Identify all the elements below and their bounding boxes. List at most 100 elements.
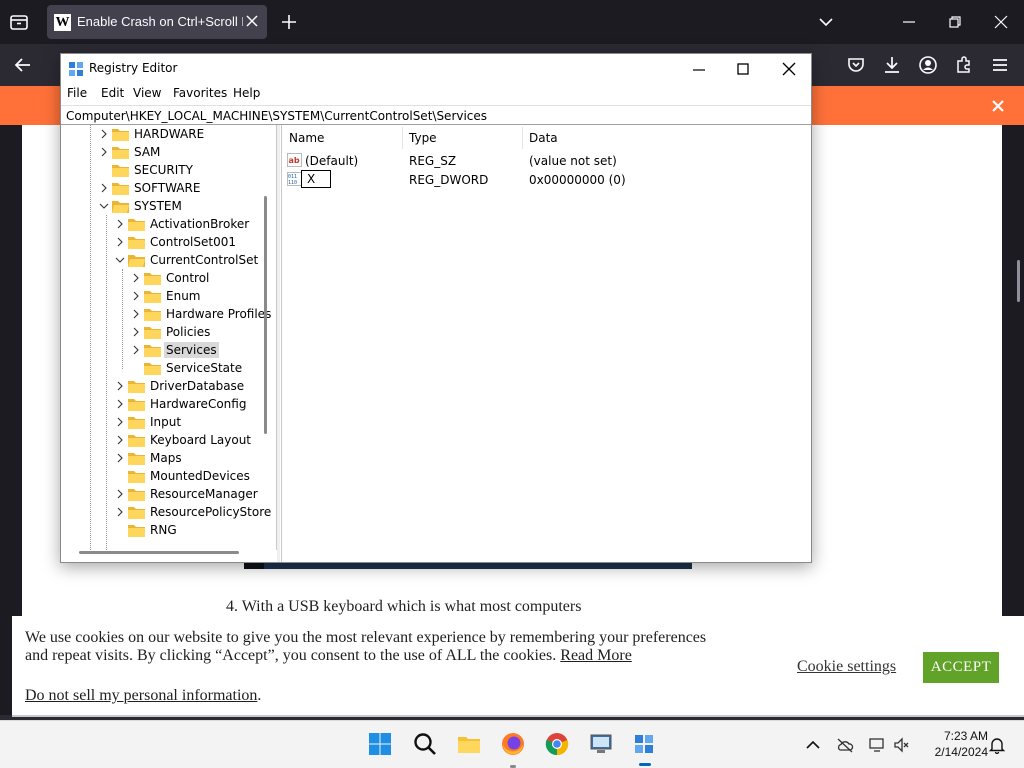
read-more-link[interactable]: Read More bbox=[560, 647, 632, 664]
chevron-right-icon[interactable] bbox=[115, 489, 125, 499]
notification-bell-icon[interactable] bbox=[988, 736, 1006, 754]
taskbar-clock[interactable]: 7:23 AM 2/14/2024 bbox=[920, 728, 988, 760]
chevron-right-icon[interactable] bbox=[115, 435, 125, 445]
new-tab-icon[interactable] bbox=[281, 14, 297, 30]
tree-node-label: ControlSet001 bbox=[150, 235, 236, 249]
accept-cookies-button[interactable]: ACCEPT bbox=[923, 652, 999, 683]
chevron-right-icon[interactable] bbox=[115, 399, 125, 409]
regedit-close-icon[interactable] bbox=[781, 61, 797, 77]
value-type: REG_DWORD bbox=[409, 173, 489, 187]
chevron-right-icon[interactable] bbox=[115, 381, 125, 391]
chevron-down-icon[interactable] bbox=[99, 201, 109, 211]
chevron-right-icon[interactable] bbox=[131, 291, 141, 301]
value-type: REG_SZ bbox=[409, 154, 457, 168]
regedit-maximize-icon[interactable] bbox=[735, 61, 751, 77]
firefox-taskbar-button[interactable] bbox=[500, 731, 526, 768]
regedit-taskbar-button[interactable] bbox=[632, 731, 658, 766]
tab-close-icon[interactable] bbox=[245, 14, 259, 28]
firefox-icon bbox=[502, 733, 524, 755]
tree-horizontal-scrollbar[interactable] bbox=[79, 551, 239, 554]
onedrive-cloud-icon[interactable] bbox=[836, 736, 854, 754]
tree-node-label: Services bbox=[164, 342, 219, 358]
chevron-right-icon[interactable] bbox=[115, 507, 125, 517]
folder-icon bbox=[112, 165, 129, 177]
folder-icon bbox=[128, 435, 145, 447]
folder-icon bbox=[112, 129, 129, 141]
browser-tab[interactable]: W Enable Crash on Ctrl+Scroll Lock bbox=[47, 5, 267, 39]
file-explorer-icon[interactable] bbox=[456, 731, 482, 757]
tree-node-label: SYSTEM bbox=[134, 199, 182, 213]
close-window-icon[interactable] bbox=[993, 14, 1009, 30]
page-scrollbar[interactable] bbox=[1017, 260, 1020, 302]
chevron-right-icon[interactable] bbox=[115, 219, 125, 229]
folder-icon bbox=[144, 309, 161, 321]
chevron-right-icon[interactable] bbox=[131, 309, 141, 319]
clock-date: 2/14/2024 bbox=[934, 745, 988, 759]
folder-icon bbox=[128, 471, 145, 483]
chevron-right-icon[interactable] bbox=[115, 237, 125, 247]
chevron-right-icon[interactable] bbox=[131, 345, 141, 355]
tree-node-label: SAM bbox=[134, 145, 161, 159]
value-data: 0x00000000 (0) bbox=[529, 173, 626, 187]
show-hidden-icons-chevron-icon[interactable] bbox=[804, 736, 822, 754]
minimize-icon[interactable] bbox=[901, 14, 917, 30]
folder-open-icon bbox=[128, 255, 145, 267]
menu-file[interactable]: File bbox=[67, 86, 87, 100]
chevron-down-icon[interactable] bbox=[115, 255, 125, 265]
extensions-icon[interactable] bbox=[954, 55, 974, 75]
chevron-right-icon[interactable] bbox=[99, 147, 109, 157]
firefox-view-icon[interactable] bbox=[8, 11, 30, 33]
do-not-sell-period: . bbox=[257, 687, 262, 704]
do-not-sell-line: Do not sell my personal information. bbox=[25, 687, 261, 705]
windows-start-icon[interactable] bbox=[367, 731, 393, 757]
tree-node-label: HardwareConfig bbox=[150, 397, 247, 411]
chevron-right-icon[interactable] bbox=[131, 273, 141, 283]
chevron-right-icon[interactable] bbox=[99, 129, 109, 139]
regedit-address-bar[interactable]: Computer\HKEY_LOCAL_MACHINE\SYSTEM\Curre… bbox=[61, 105, 811, 125]
pane-splitter[interactable] bbox=[277, 125, 280, 562]
registry-values-pane: Name Type Data ab (Default) REG_SZ (valu… bbox=[281, 125, 809, 562]
do-not-sell-link[interactable]: Do not sell my personal information bbox=[25, 687, 257, 704]
chevron-right-icon[interactable] bbox=[115, 453, 125, 463]
column-header-data[interactable]: Data bbox=[529, 131, 558, 145]
remote-desktop-icon[interactable] bbox=[588, 731, 614, 757]
regedit-minimize-icon[interactable] bbox=[691, 61, 707, 77]
tree-node-label: ResourcePolicyStore bbox=[150, 505, 272, 519]
menu-help[interactable]: Help bbox=[233, 86, 260, 100]
chevron-right-icon[interactable] bbox=[131, 327, 141, 337]
column-header-name[interactable]: Name bbox=[289, 131, 324, 145]
folder-icon bbox=[128, 399, 145, 411]
account-icon[interactable] bbox=[918, 55, 938, 75]
menu-view[interactable]: View bbox=[133, 86, 161, 100]
downloads-icon[interactable] bbox=[882, 55, 902, 75]
tree-vertical-scrollbar[interactable] bbox=[264, 196, 267, 434]
chevron-right-icon[interactable] bbox=[115, 417, 125, 427]
cookie-settings-link[interactable]: Cookie settings bbox=[797, 658, 896, 676]
hamburger-menu-icon[interactable] bbox=[990, 55, 1010, 75]
value-row-default[interactable]: ab (Default) REG_SZ (value not set) bbox=[282, 151, 810, 170]
tree-node-label: HARDWARE bbox=[134, 127, 205, 141]
chrome-icon[interactable] bbox=[544, 731, 570, 757]
back-arrow-icon[interactable] bbox=[13, 55, 33, 75]
rename-value-input[interactable]: X bbox=[301, 170, 331, 188]
menu-edit[interactable]: Edit bbox=[101, 86, 124, 100]
pocket-icon[interactable] bbox=[846, 55, 866, 75]
list-all-tabs-chevron-icon[interactable] bbox=[818, 14, 834, 30]
network-icon[interactable] bbox=[868, 736, 886, 754]
article-step-text: 4. With a USB keyboard which is what mos… bbox=[226, 598, 582, 615]
volume-muted-icon[interactable] bbox=[893, 736, 911, 754]
notification-close-icon[interactable] bbox=[991, 99, 1005, 113]
regedit-titlebar[interactable]: Registry Editor bbox=[61, 54, 811, 83]
menu-favorites[interactable]: Favorites bbox=[173, 86, 227, 100]
search-icon[interactable] bbox=[412, 731, 438, 757]
restore-icon[interactable] bbox=[947, 14, 963, 30]
folder-icon bbox=[144, 363, 161, 375]
column-header-type[interactable]: Type bbox=[409, 131, 437, 145]
folder-icon bbox=[128, 237, 145, 249]
tree-node-label: DriverDatabase bbox=[150, 379, 245, 393]
tree-node-label: RNG bbox=[150, 523, 177, 537]
value-row-x[interactable]: 011 110 X REG_DWORD 0x00000000 (0) bbox=[282, 170, 810, 189]
folder-icon bbox=[144, 345, 161, 357]
registry-key-tree: HARDWARE SAM SECURITY SOFTWARE SYSTEM Ac… bbox=[61, 125, 277, 550]
chevron-right-icon[interactable] bbox=[99, 183, 109, 193]
